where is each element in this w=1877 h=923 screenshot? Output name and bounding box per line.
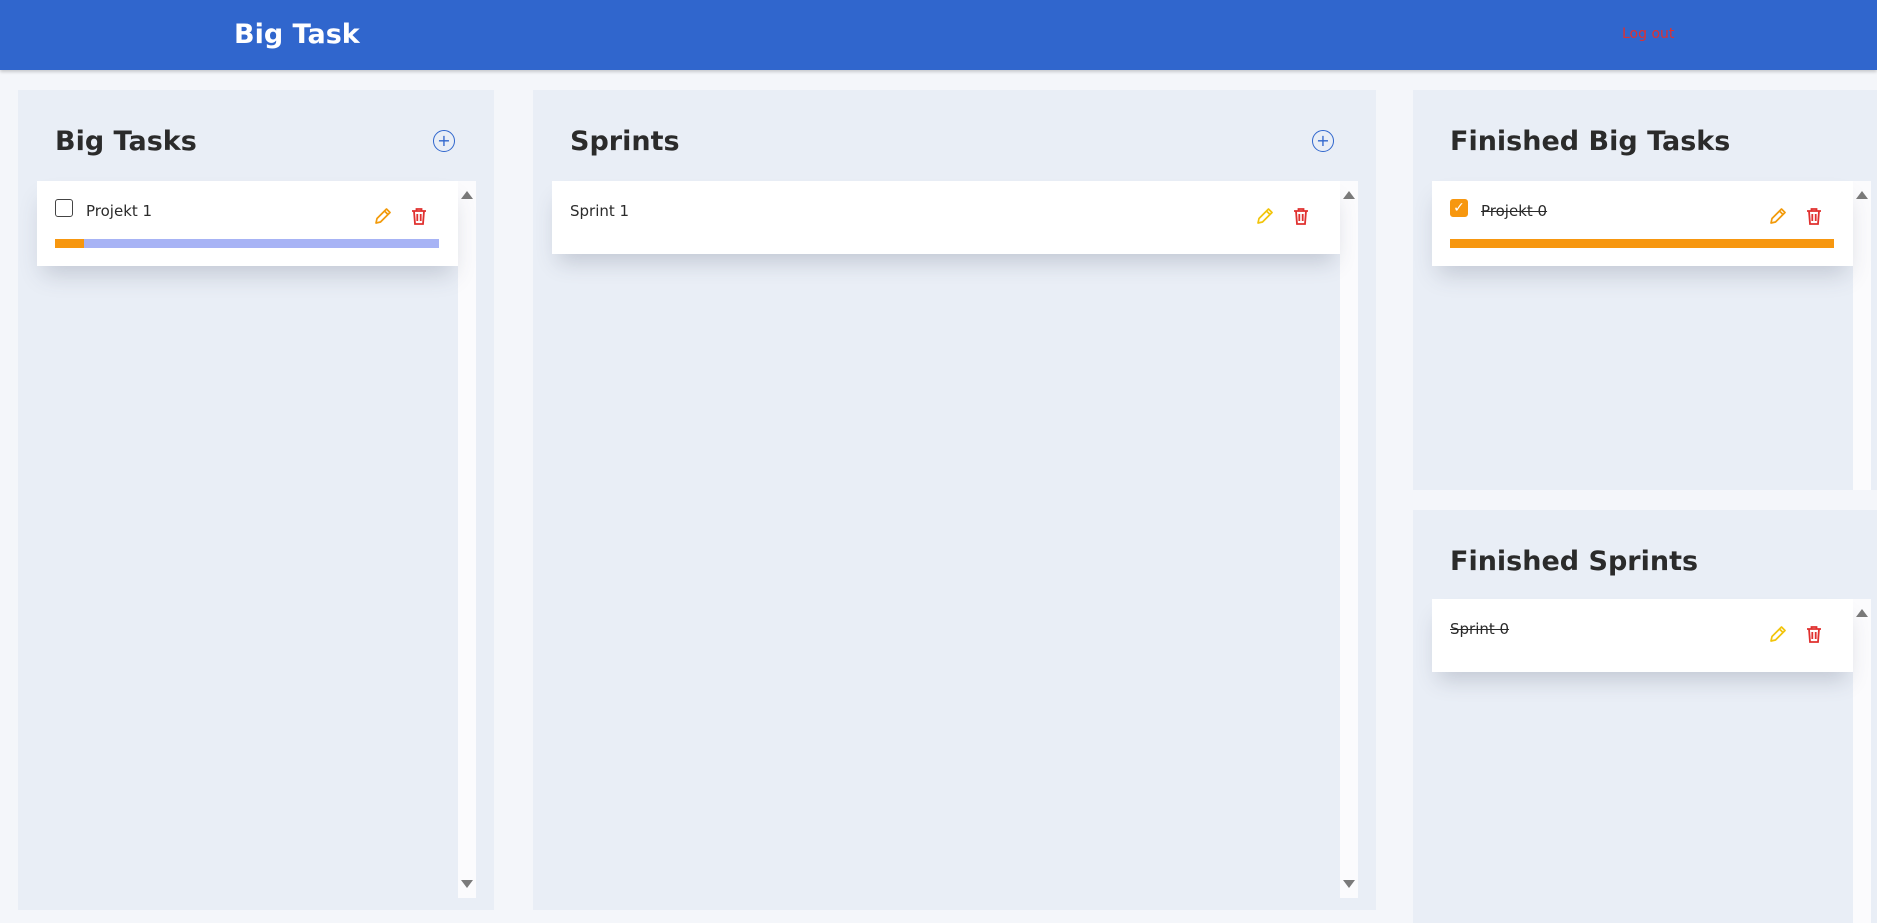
plus-circle-icon: + (1316, 131, 1330, 150)
scroll-up-arrow[interactable] (1343, 191, 1355, 199)
scrollbar[interactable] (1853, 599, 1871, 923)
finished-sprints-title: Finished Sprints (1450, 546, 1699, 577)
progress-fill (1450, 239, 1834, 248)
pencil-icon[interactable] (1255, 206, 1275, 226)
pencil-icon[interactable] (1768, 624, 1788, 644)
scroll-down-arrow[interactable] (461, 880, 473, 888)
list-item[interactable]: Sprint 0 (1432, 599, 1853, 672)
logout-link[interactable]: Log out (1622, 26, 1674, 42)
scroll-up-arrow[interactable] (1856, 191, 1868, 199)
progress-fill (55, 239, 84, 248)
big-tasks-title: Big Tasks (55, 126, 197, 157)
trash-icon[interactable] (409, 206, 429, 226)
scrollbar[interactable] (458, 181, 476, 898)
add-big-task-button[interactable]: + (433, 130, 455, 152)
scrollbar[interactable] (1340, 181, 1358, 898)
finished-big-tasks-title: Finished Big Tasks (1450, 126, 1731, 157)
progress-bar (55, 239, 439, 248)
trash-icon[interactable] (1804, 206, 1824, 226)
big-tasks-panel: Big Tasks + Projekt 1 (18, 90, 494, 910)
item-label: Projekt 1 (86, 202, 153, 220)
scroll-up-arrow[interactable] (1856, 609, 1868, 617)
item-label: Projekt 0 (1481, 202, 1548, 220)
sprints-title: Sprints (570, 126, 680, 157)
finished-big-tasks-panel: Finished Big Tasks ✓ Projekt 0 (1413, 90, 1877, 490)
pencil-icon[interactable] (1768, 206, 1788, 226)
plus-circle-icon: + (437, 131, 451, 150)
big-tasks-list[interactable]: Projekt 1 (37, 181, 476, 898)
finished-big-tasks-list[interactable]: ✓ Projekt 0 (1432, 181, 1877, 490)
scrollbar[interactable] (1853, 181, 1871, 490)
list-item[interactable]: Sprint 1 (552, 181, 1340, 254)
complete-checkbox[interactable] (55, 199, 73, 217)
sprints-panel: Sprints + Sprint 1 (533, 90, 1376, 910)
finished-sprints-panel: Finished Sprints Sprint 0 (1413, 510, 1877, 923)
trash-icon[interactable] (1291, 206, 1311, 226)
list-item[interactable]: ✓ Projekt 0 (1432, 181, 1853, 266)
pencil-icon[interactable] (373, 206, 393, 226)
scroll-up-arrow[interactable] (461, 191, 473, 199)
trash-icon[interactable] (1804, 624, 1824, 644)
complete-checkbox[interactable]: ✓ (1450, 199, 1468, 217)
list-item[interactable]: Projekt 1 (37, 181, 458, 266)
sprints-list[interactable]: Sprint 1 (552, 181, 1358, 898)
item-label: Sprint 0 (1450, 620, 1510, 638)
app-title[interactable]: Big Task (234, 19, 360, 50)
top-navbar: Big Task Log out (0, 0, 1877, 70)
item-label: Sprint 1 (570, 202, 630, 220)
finished-sprints-list[interactable]: Sprint 0 (1432, 599, 1877, 923)
add-sprint-button[interactable]: + (1312, 130, 1334, 152)
scroll-down-arrow[interactable] (1343, 880, 1355, 888)
checkmark-icon: ✓ (1453, 200, 1465, 216)
progress-bar (1450, 239, 1834, 248)
